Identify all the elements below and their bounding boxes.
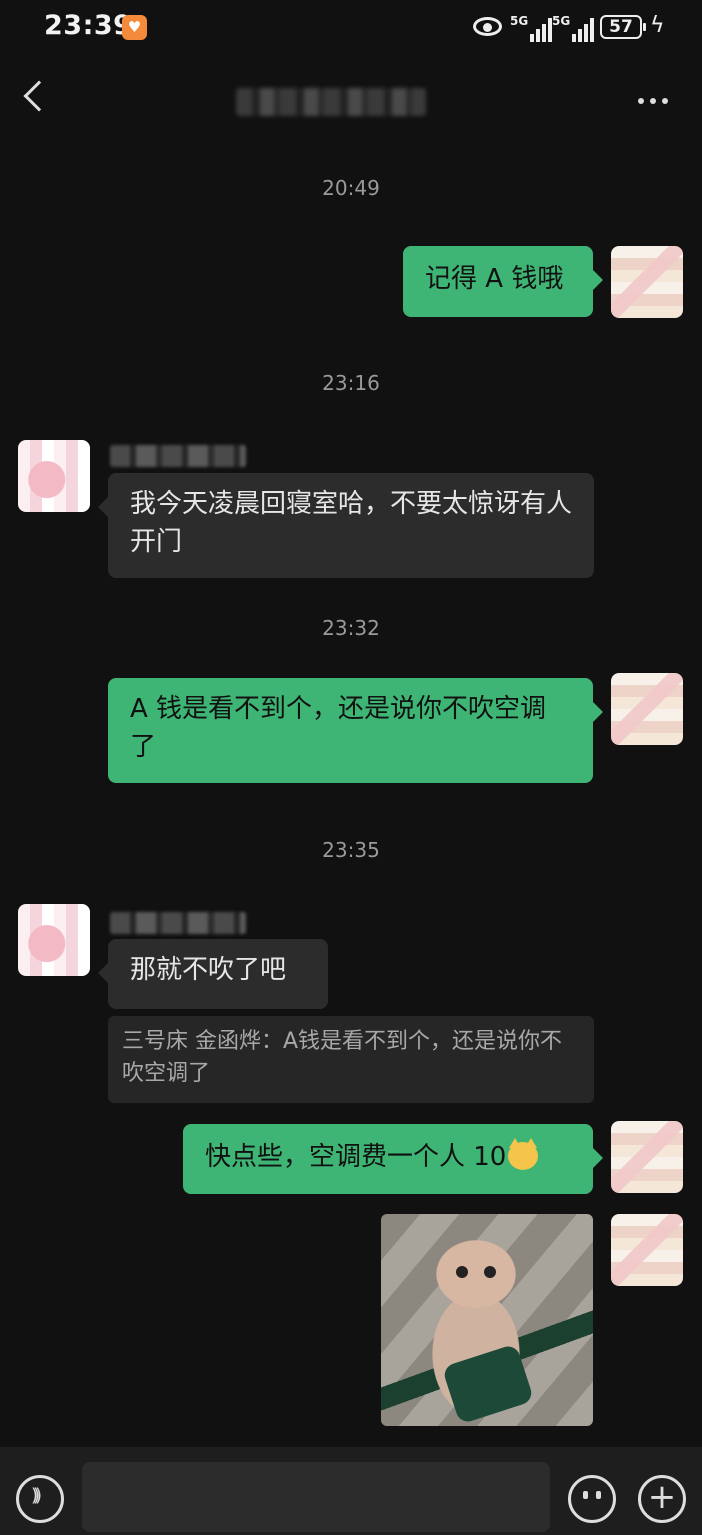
signal-icon: 5G	[510, 12, 552, 42]
timestamp: 23:16	[322, 371, 380, 395]
cat-face-icon	[508, 1138, 539, 1170]
message-bubble-them[interactable]: 那就不吹了吧	[98, 939, 328, 1009]
voice-icon[interactable]	[16, 1475, 64, 1523]
timestamp: 23:32	[322, 616, 380, 640]
message-bubble-me[interactable]: 记得 A 钱哦	[403, 246, 603, 317]
chat-title-blurred	[236, 88, 426, 116]
quoted-reply[interactable]: 三号床 金函烨：A钱是看不到个，还是说你不吹空调了	[108, 1016, 594, 1103]
message-bubble-me[interactable]: A 钱是看不到个，还是说你不吹空调了	[108, 678, 603, 783]
status-time: 23:39	[44, 10, 133, 41]
network-type-label: 5G	[510, 14, 529, 28]
emoji-icon[interactable]	[568, 1475, 616, 1523]
message-bubble-me[interactable]: 快点些，空调费一个人 10	[183, 1124, 603, 1194]
timestamp: 23:35	[322, 838, 380, 862]
chat-header	[0, 60, 702, 144]
my-avatar[interactable]	[611, 1214, 683, 1286]
status-bar: 23:39 ♥ 5G 5G 57 ϟ	[0, 0, 702, 56]
sender-name-blurred	[110, 445, 246, 467]
contact-avatar[interactable]	[18, 440, 90, 512]
more-icon[interactable]	[638, 98, 668, 104]
monkey-photo[interactable]	[381, 1214, 593, 1426]
app-notification-icon: ♥	[122, 15, 147, 40]
sender-name-blurred	[110, 912, 246, 934]
my-avatar[interactable]	[611, 246, 683, 318]
my-avatar[interactable]	[611, 1121, 683, 1193]
message-bubble-them[interactable]: 我今天凌晨回寝室哈，不要太惊讶有人开门	[98, 473, 594, 578]
my-avatar[interactable]	[611, 673, 683, 745]
contact-avatar[interactable]	[18, 904, 90, 976]
input-toolbar: +	[0, 1447, 702, 1535]
charging-icon: ϟ	[650, 13, 665, 38]
message-text: 快点些，空调费一个人 10	[205, 1142, 507, 1172]
message-input[interactable]	[82, 1462, 550, 1532]
network-type-label-2: 5G	[552, 14, 571, 28]
battery-icon: 57	[600, 15, 646, 39]
timestamp: 20:49	[322, 176, 380, 200]
eye-icon	[473, 17, 502, 36]
plus-icon[interactable]: +	[638, 1475, 686, 1523]
signal-icon-2: 5G	[552, 12, 594, 42]
chevron-left-icon[interactable]	[23, 80, 55, 112]
